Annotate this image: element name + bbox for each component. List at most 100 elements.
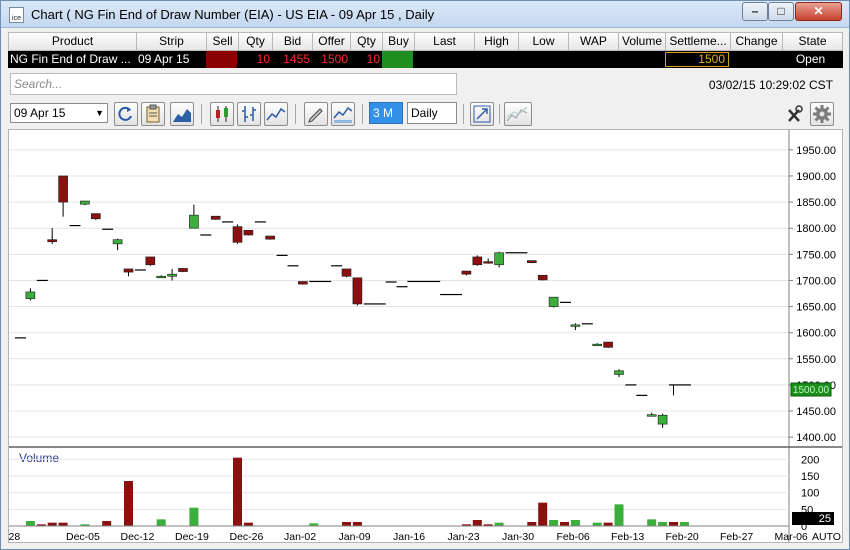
candle xyxy=(570,323,581,331)
ice-app-icon: ice xyxy=(9,7,24,23)
time-axis-label: Feb-06 xyxy=(557,531,590,543)
candle xyxy=(91,213,101,220)
settings-button[interactable] xyxy=(810,102,834,126)
candle xyxy=(265,235,276,240)
col-state[interactable]: State xyxy=(783,33,842,50)
candlestick-button[interactable] xyxy=(210,102,234,126)
candle-body xyxy=(167,273,177,277)
volume-bar xyxy=(233,457,242,526)
ohlc-bar-button[interactable] xyxy=(237,102,261,126)
time-axis-label: Dec-05 xyxy=(66,531,100,543)
candle-body xyxy=(123,268,134,273)
tools-icon xyxy=(788,105,803,122)
col-bid[interactable]: Bid xyxy=(273,33,313,50)
cell-buy[interactable] xyxy=(382,51,413,68)
col-bid-qty[interactable]: Qty xyxy=(239,33,273,50)
trendlines-icon xyxy=(506,106,528,122)
volume-bar xyxy=(25,521,35,526)
settings-gear-icon xyxy=(813,105,831,123)
col-strip[interactable]: Strip xyxy=(137,33,207,50)
candle-body xyxy=(178,268,188,272)
col-change[interactable]: Change xyxy=(731,33,783,50)
time-axis-label: Feb-13 xyxy=(611,531,644,543)
close-button[interactable]: ✕ xyxy=(795,2,842,21)
candle xyxy=(669,384,680,396)
col-settlement[interactable]: Settleme... xyxy=(666,33,731,50)
candle xyxy=(657,413,668,428)
market-grid-row[interactable]: NG Fin End of Draw ... 09 Apr 15 10 1455… xyxy=(8,51,843,68)
candle-body xyxy=(80,200,90,205)
volume-bar xyxy=(538,502,548,526)
candle xyxy=(178,268,188,273)
volume-bar xyxy=(658,522,668,526)
candle-body xyxy=(189,214,199,229)
candle xyxy=(145,256,156,266)
volume-bar xyxy=(669,522,678,526)
col-volume[interactable]: Volume xyxy=(619,33,666,50)
volume-bar xyxy=(342,522,351,526)
price-tick-label: 1800.00 xyxy=(796,223,836,235)
candle xyxy=(548,296,559,308)
candle xyxy=(614,369,624,378)
col-buy[interactable]: Buy xyxy=(383,33,415,50)
candle xyxy=(167,268,177,281)
cell-bid-qty: 10 xyxy=(256,52,270,66)
maximize-icon: □ xyxy=(777,4,785,18)
trendlines-button[interactable] xyxy=(504,102,532,126)
chart-panel[interactable]: 1950.00 1900.00 1850.00 1800.00 1750.00 1700.… xyxy=(8,129,843,543)
toolbar-separator xyxy=(463,104,464,124)
maximize-button[interactable]: □ xyxy=(768,2,794,21)
strip-select-value: 09 Apr 15 xyxy=(14,106,66,120)
current-volume-marker: 25 xyxy=(792,512,834,525)
col-sell[interactable]: Sell xyxy=(207,33,239,50)
time-axis-label: Mar-06 xyxy=(775,531,808,543)
expand-button[interactable] xyxy=(470,102,494,126)
candle-body xyxy=(210,215,221,220)
col-wap[interactable]: WAP xyxy=(569,33,619,50)
col-low[interactable]: Low xyxy=(519,33,569,50)
cell-bid: 1455 xyxy=(283,52,310,66)
clipboard-button[interactable] xyxy=(141,102,165,126)
search-input[interactable] xyxy=(10,73,457,95)
cell-strip: 09 Apr 15 xyxy=(138,52,190,66)
strip-select[interactable]: 09 Apr 15 ▼ xyxy=(10,103,108,123)
volume-bar xyxy=(679,522,689,526)
time-axis-label: Jan-09 xyxy=(339,531,371,543)
candle-body xyxy=(298,281,308,285)
expand-icon xyxy=(473,105,491,123)
col-offer[interactable]: Offer xyxy=(313,33,351,50)
candle xyxy=(156,275,166,279)
time-axis-label: Jan-16 xyxy=(393,531,425,543)
area-chart-button[interactable] xyxy=(170,102,194,126)
refresh-button[interactable] xyxy=(114,102,138,126)
study-button[interactable] xyxy=(331,102,355,126)
col-offer-qty[interactable]: Qty xyxy=(351,33,383,50)
price-axis[interactable]: 1950.00 1900.00 1850.00 1800.00 1750.00 1700.… xyxy=(789,145,836,444)
draw-button[interactable] xyxy=(304,102,328,126)
time-axis[interactable]: -28 Dec-05 Dec-12 Dec-19 Dec-26 Jan-02 Jan-09 J… xyxy=(9,531,841,543)
candle xyxy=(537,274,548,281)
candle xyxy=(352,277,363,306)
volume-series xyxy=(25,457,689,526)
line-chart-button[interactable] xyxy=(264,102,288,126)
price-grid xyxy=(9,149,789,438)
time-axis-label: Dec-12 xyxy=(121,531,155,543)
col-product[interactable]: Product xyxy=(9,33,137,50)
col-high[interactable]: High xyxy=(475,33,519,50)
candle xyxy=(461,270,472,276)
time-axis-label: Dec-26 xyxy=(230,531,264,543)
tools-button[interactable] xyxy=(786,104,804,124)
volume-bar xyxy=(527,522,537,526)
range-3m-button[interactable]: 3 M xyxy=(369,102,403,124)
price-tick-label: 1600.00 xyxy=(796,328,836,340)
period-select[interactable]: Daily xyxy=(407,102,457,124)
minimize-button[interactable]: – xyxy=(742,2,768,21)
price-volume-chart[interactable]: 1950.00 1900.00 1850.00 1800.00 1750.00 1700.… xyxy=(9,130,843,543)
candle xyxy=(526,260,537,264)
candle xyxy=(603,341,613,348)
col-last[interactable]: Last xyxy=(415,33,475,50)
volume-pane-title: Volume xyxy=(19,451,59,465)
cell-sell[interactable] xyxy=(206,51,237,68)
title-bar[interactable]: ice Chart ( NG Fin End of Draw Number (E… xyxy=(1,1,849,28)
price-tick-label: 1400.00 xyxy=(796,432,836,444)
